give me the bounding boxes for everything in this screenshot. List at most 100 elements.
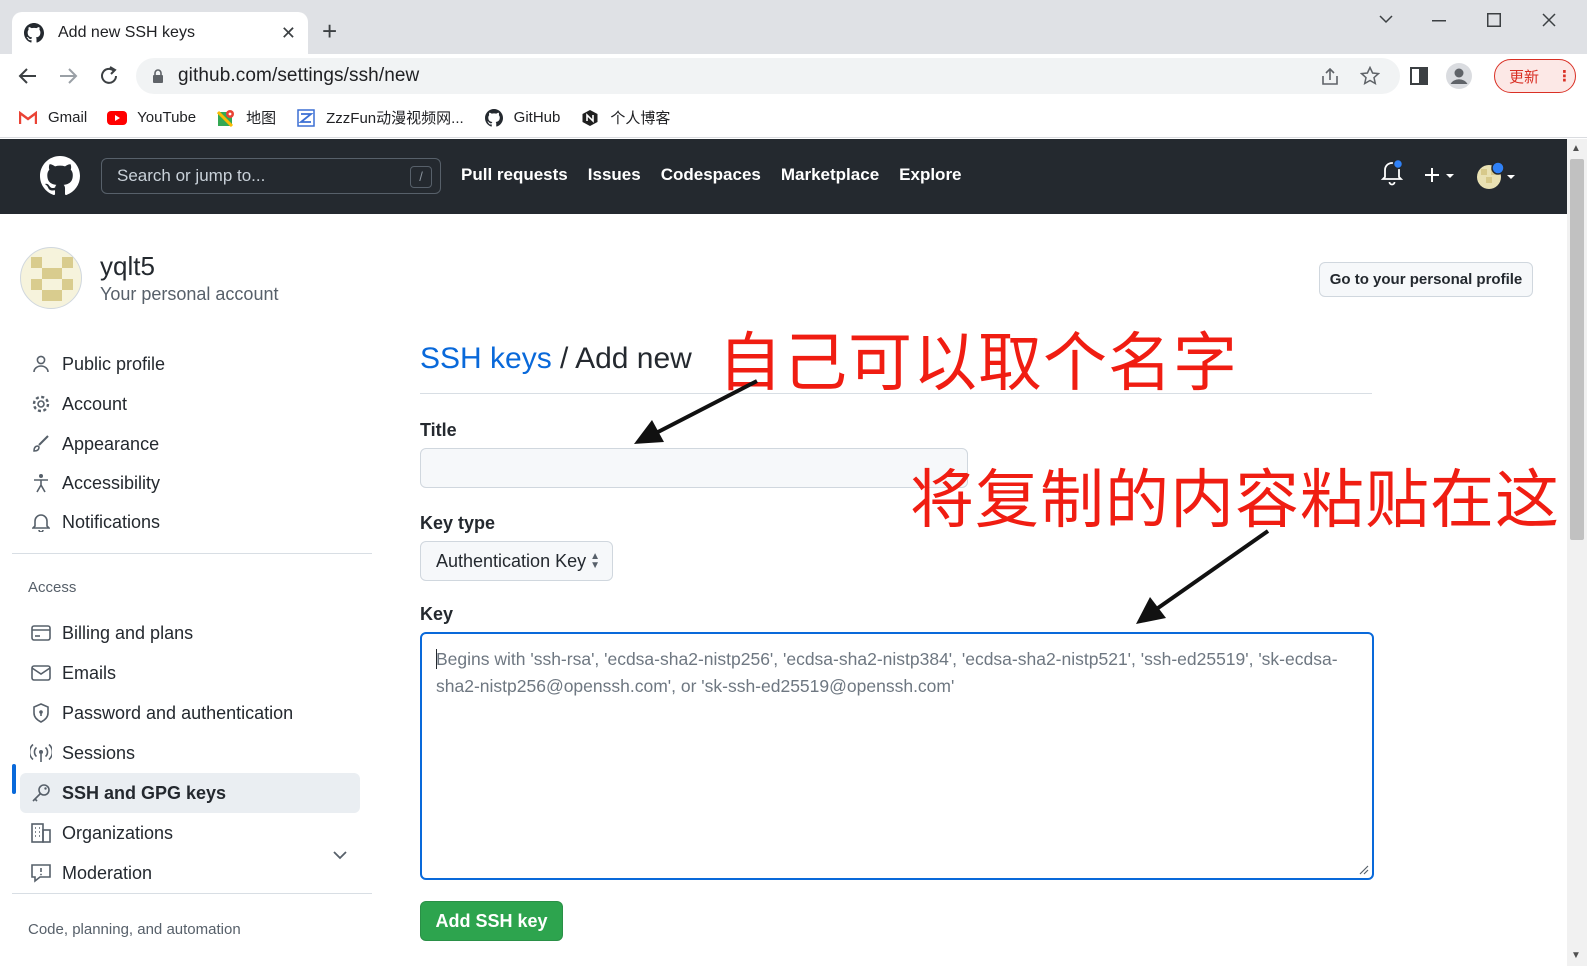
sidebar-item-appearance[interactable]: Appearance bbox=[20, 424, 360, 464]
sidebar-item-label: Sessions bbox=[62, 742, 136, 763]
sidebar-item-notifications[interactable]: Notifications bbox=[20, 502, 360, 542]
scroll-down-icon[interactable]: ▼ bbox=[1571, 950, 1581, 961]
github-header: Search or jump to... / Pull requests Iss… bbox=[0, 139, 1567, 214]
nav-marketplace[interactable]: Marketplace bbox=[781, 165, 879, 185]
sidebar-item-account[interactable]: Account bbox=[20, 384, 360, 424]
reload-icon[interactable] bbox=[98, 65, 120, 87]
header-nav: Pull requests Issues Codespaces Marketpl… bbox=[461, 165, 982, 185]
sidebar-item-public-profile[interactable]: Public profile bbox=[20, 344, 360, 384]
browser-profile-icon[interactable] bbox=[1446, 63, 1472, 89]
key-type-label: Key type bbox=[420, 513, 496, 533]
minimize-icon[interactable] bbox=[1432, 20, 1446, 22]
title-label: Title bbox=[420, 420, 457, 440]
sidebar-item-password-auth[interactable]: Password and authentication bbox=[20, 693, 360, 733]
page-scrollbar[interactable]: ▲ ▼ bbox=[1567, 139, 1587, 966]
profile-subtitle: Your personal account bbox=[100, 284, 279, 304]
share-icon[interactable] bbox=[1320, 68, 1340, 86]
organization-icon bbox=[30, 822, 52, 844]
page-title: SSH keys / Add new bbox=[420, 342, 692, 376]
breadcrumb-separator: / bbox=[551, 342, 576, 375]
breadcrumb-current: Add new bbox=[575, 342, 692, 375]
bookmark-github[interactable]: GitHub bbox=[484, 108, 560, 128]
report-icon bbox=[30, 862, 52, 884]
resize-handle-icon[interactable] bbox=[1357, 863, 1369, 875]
person-icon bbox=[30, 353, 52, 375]
window-close-icon[interactable] bbox=[1542, 13, 1556, 27]
nav-explore[interactable]: Explore bbox=[899, 165, 961, 185]
key-type-select[interactable]: Authentication Key ▲ ▼ bbox=[420, 541, 613, 581]
avatar[interactable] bbox=[20, 247, 82, 309]
forward-icon[interactable] bbox=[58, 66, 78, 86]
bookmark-blog[interactable]: 个人博客 bbox=[580, 107, 670, 128]
tab-search-chevron-icon[interactable] bbox=[1378, 14, 1394, 24]
scroll-up-icon[interactable]: ▲ bbox=[1571, 143, 1581, 154]
key-type-value: Authentication Key bbox=[436, 550, 587, 571]
bookmark-zzzfun[interactable]: ZzzFun动漫视频网... bbox=[296, 107, 464, 128]
update-button[interactable]: 更新 ⋮ bbox=[1494, 59, 1576, 93]
annotation-title-note: 自己可以取个名字 bbox=[718, 327, 1238, 401]
browser-tab[interactable]: Add new SSH keys ✕ bbox=[12, 12, 308, 54]
sidebar-item-label: Emails bbox=[62, 662, 117, 683]
side-panel-icon[interactable] bbox=[1410, 67, 1428, 85]
sidebar-item-billing[interactable]: Billing and plans bbox=[20, 613, 360, 653]
scrollbar-thumb[interactable] bbox=[1570, 159, 1584, 540]
sidebar-item-moderation[interactable]: Moderation bbox=[20, 853, 360, 893]
gmail-icon bbox=[18, 108, 38, 128]
search-input[interactable]: Search or jump to... / bbox=[101, 158, 441, 194]
add-ssh-key-button[interactable]: Add SSH key bbox=[420, 901, 563, 941]
back-icon[interactable] bbox=[18, 66, 38, 86]
sidebar-item-organizations[interactable]: Organizations bbox=[20, 813, 360, 853]
search-placeholder: Search or jump to... bbox=[117, 166, 266, 185]
chevron-down-icon[interactable] bbox=[332, 850, 348, 860]
sidebar-item-label: SSH and GPG keys bbox=[62, 782, 227, 803]
bookmark-label: YouTube bbox=[137, 109, 197, 126]
maximize-icon[interactable] bbox=[1487, 13, 1501, 27]
nav-pull-requests[interactable]: Pull requests bbox=[461, 165, 568, 185]
profile-name[interactable]: yqlt5 bbox=[100, 251, 155, 282]
bookmark-maps[interactable]: 地图 bbox=[216, 107, 276, 128]
url-text: github.com/settings/ssh/new bbox=[178, 65, 420, 86]
tab-close-icon[interactable]: ✕ bbox=[281, 23, 296, 44]
paintbrush-icon bbox=[30, 433, 52, 455]
bookmark-gmail[interactable]: Gmail bbox=[18, 108, 87, 128]
sidebar-item-label: Billing and plans bbox=[62, 622, 194, 643]
sidebar-item-label: Public profile bbox=[62, 353, 166, 374]
sidebar-item-emails[interactable]: Emails bbox=[20, 653, 360, 693]
github-logo-icon[interactable] bbox=[40, 156, 80, 196]
nav-codespaces[interactable]: Codespaces bbox=[661, 165, 761, 185]
sidebar-item-sessions[interactable]: Sessions bbox=[20, 733, 360, 773]
gear-icon bbox=[30, 393, 52, 415]
zzzfun-icon bbox=[296, 108, 316, 128]
blog-icon bbox=[580, 108, 600, 128]
new-tab-button[interactable]: + bbox=[322, 16, 337, 46]
go-to-profile-button[interactable]: Go to your personal profile bbox=[1319, 262, 1533, 297]
credit-card-icon bbox=[30, 622, 52, 644]
active-indicator bbox=[12, 764, 16, 794]
arrow-to-key-icon bbox=[1136, 529, 1270, 624]
bookmark-youtube[interactable]: YouTube bbox=[107, 108, 196, 128]
key-textarea[interactable]: Begins with 'ssh-rsa', 'ecdsa-sha2-nistp… bbox=[420, 632, 1374, 880]
create-new-plus-icon[interactable] bbox=[1424, 167, 1458, 185]
lock-icon[interactable] bbox=[152, 69, 164, 83]
sidebar-divider bbox=[12, 553, 372, 554]
bell-icon bbox=[30, 511, 52, 533]
browser-tab-strip: Add new SSH keys ✕ + bbox=[0, 0, 1587, 54]
bookmark-star-icon[interactable] bbox=[1360, 66, 1380, 86]
address-bar[interactable]: github.com/settings/ssh/new bbox=[136, 58, 1400, 94]
nav-issues[interactable]: Issues bbox=[588, 165, 641, 185]
sidebar-item-ssh-gpg-keys[interactable]: SSH and GPG keys bbox=[20, 773, 360, 813]
key-label: Key bbox=[420, 604, 454, 624]
broadcast-icon bbox=[30, 742, 52, 764]
identicon-icon bbox=[31, 257, 73, 301]
key-icon bbox=[30, 782, 52, 804]
sidebar-item-accessibility[interactable]: Accessibility bbox=[20, 463, 360, 503]
youtube-icon bbox=[107, 108, 128, 128]
notifications-bell-icon[interactable] bbox=[1380, 159, 1404, 187]
more-menu-icon[interactable]: ⋮ bbox=[1557, 67, 1572, 85]
sidebar-item-label: Password and authentication bbox=[62, 702, 294, 723]
bookmark-label: ZzzFun动漫视频网... bbox=[326, 110, 464, 127]
breadcrumb-ssh-keys-link[interactable]: SSH keys bbox=[420, 342, 552, 375]
title-field[interactable] bbox=[420, 448, 968, 488]
user-avatar-menu-icon[interactable] bbox=[1476, 161, 1518, 191]
select-caret-icon: ▲ ▼ bbox=[590, 551, 600, 571]
